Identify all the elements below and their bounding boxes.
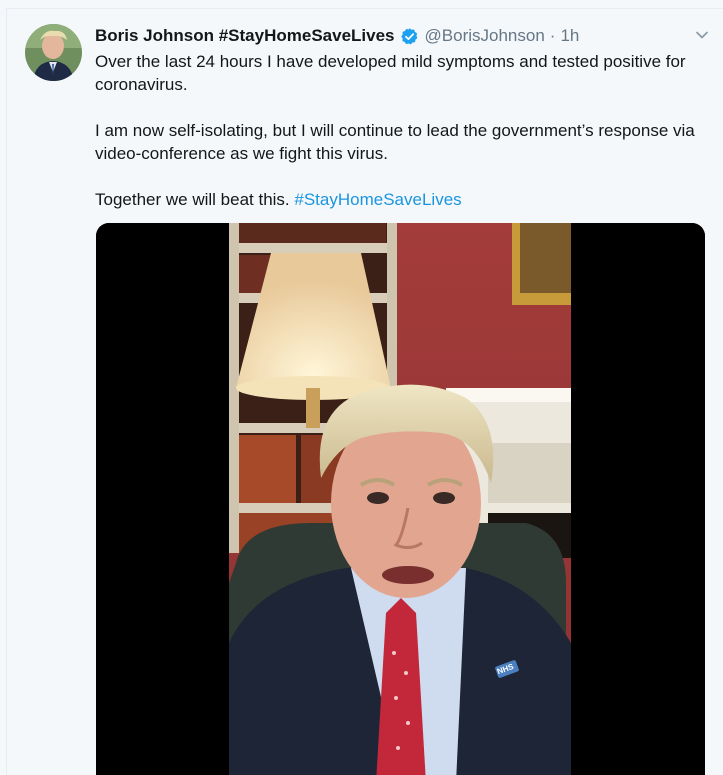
closing-text: Together we will beat this. [95, 190, 295, 209]
video-player[interactable]: NHS [96, 223, 705, 775]
chevron-down-icon[interactable] [694, 27, 710, 43]
video-frame [229, 223, 571, 775]
meta-separator: · [549, 26, 556, 45]
tweet-header: Boris Johnson #StayHomeSaveLives @BorisJ… [95, 25, 579, 47]
timestamp[interactable]: 1h [560, 26, 579, 46]
display-name[interactable]: Boris Johnson #StayHomeSaveLives [95, 26, 395, 46]
user-handle[interactable]: @BorisJohnson [425, 26, 545, 46]
avatar[interactable] [25, 24, 82, 81]
tweet-card[interactable]: Boris Johnson #StayHomeSaveLives @BorisJ… [6, 8, 723, 775]
tweet-paragraph: Together we will beat this. #StayHomeSav… [95, 188, 705, 211]
tweet-paragraph: I am now self-isolating, but I will cont… [95, 121, 695, 163]
hashtag-link[interactable]: #StayHomeSaveLives [294, 190, 461, 209]
verified-badge-icon [400, 27, 419, 46]
tweet-paragraph: Over the last 24 hours I have developed … [95, 52, 686, 94]
tweet-text: Over the last 24 hours I have developed … [95, 50, 705, 211]
